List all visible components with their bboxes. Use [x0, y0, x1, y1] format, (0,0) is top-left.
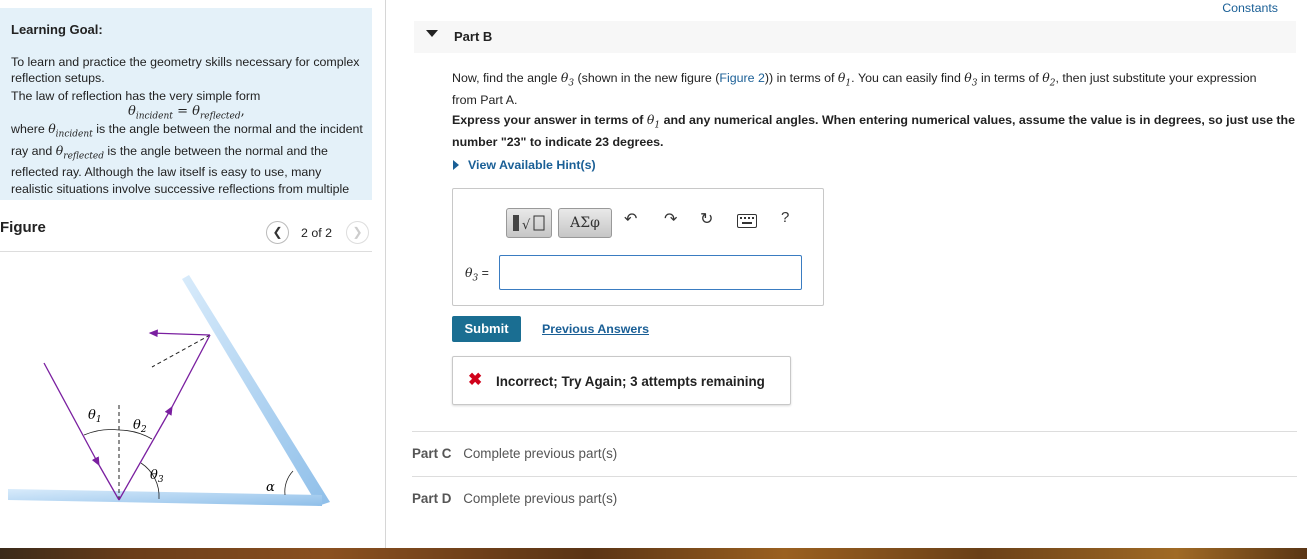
left-panel: Learning Goal: To learn and practice the… — [0, 0, 386, 548]
answer-label: θ3 = — [465, 265, 489, 284]
mirror-tilted — [182, 275, 330, 506]
caret-right-icon — [453, 160, 459, 170]
part-c-row: Part C Complete previous part(s) — [412, 446, 617, 461]
x-icon: ✖ — [468, 370, 483, 389]
svg-text:√: √ — [522, 218, 531, 233]
redo-icon[interactable]: ↷ — [664, 209, 677, 229]
constants-link[interactable]: Constants — [1222, 1, 1278, 15]
reset-icon[interactable]: ↻ — [700, 209, 713, 229]
answer-input[interactable] — [499, 255, 802, 290]
greek-symbols-button[interactable]: ΑΣφ — [558, 208, 612, 238]
part-d-label: Part D — [412, 491, 452, 506]
part-b-instruction: Express your answer in terms of θ1 and a… — [452, 112, 1296, 149]
figure-counter: 2 of 2 — [301, 226, 333, 240]
learning-goal-intro: To learn and practice the geometry skill… — [11, 55, 360, 86]
answer-box: √ ΑΣφ ↶ ↷ ↻ ? θ3 = — [452, 188, 824, 306]
submit-button[interactable]: Submit — [452, 316, 521, 342]
divider — [412, 431, 1297, 432]
theta1-label: θ1 — [88, 408, 102, 425]
templates-icon: √ — [513, 215, 545, 233]
keyboard-glyph — [737, 214, 757, 228]
theta3-label: θ3 — [150, 468, 164, 485]
previous-answers-link[interactable]: Previous Answers — [542, 322, 649, 336]
figure-title: Figure — [0, 219, 46, 236]
caret-down-icon — [426, 30, 438, 37]
keyboard-icon[interactable] — [737, 214, 757, 233]
reflected-ray — [118, 405, 173, 501]
reflection-figure: θ1 θ2 θ3 α — [8, 275, 330, 506]
part-d-row: Part D Complete previous part(s) — [412, 491, 617, 506]
outgoing-ray — [148, 329, 211, 338]
part-c-label: Part C — [412, 446, 452, 461]
learning-goal-box: Learning Goal: To learn and practice the… — [0, 8, 372, 200]
desktop-background-strip — [0, 548, 1307, 559]
divider — [0, 251, 372, 252]
undo-icon[interactable]: ↶ — [624, 209, 637, 229]
law-text: The law of reflection has the very simpl… — [11, 89, 261, 103]
figure-2-link[interactable]: Figure 2 — [719, 71, 764, 85]
help-button[interactable]: ? — [781, 209, 789, 226]
part-b-title: Part B — [454, 29, 493, 44]
part-c-status: Complete previous part(s) — [463, 446, 618, 461]
part-b-question: Now, find the angle θ3 (shown in the new… — [452, 70, 1257, 107]
feedback-box: ✖ Incorrect; Try Again; 3 attempts remai… — [452, 356, 791, 405]
template-toolbar-button[interactable]: √ — [506, 208, 552, 238]
learning-goal-title: Learning Goal: — [11, 22, 103, 37]
chevron-left-icon[interactable]: ❮ — [266, 221, 289, 244]
part-d-status: Complete previous part(s) — [463, 491, 618, 506]
angle-arc-1 — [83, 429, 120, 436]
chevron-right-icon[interactable]: ❯ — [346, 221, 369, 244]
alpha-label: α — [266, 480, 275, 495]
mirror-bottom — [8, 489, 322, 506]
law-description: where θincident is the angle between the… — [11, 121, 363, 200]
theta2-label: θ2 — [133, 418, 147, 435]
angle-arc-alpha — [284, 470, 294, 496]
feedback-message: Incorrect; Try Again; 3 attempts remaini… — [496, 374, 765, 389]
part-b-header[interactable]: Part B — [414, 21, 1296, 53]
law-equation: θincident = θreflected, — [128, 104, 245, 122]
divider — [412, 476, 1297, 477]
view-hints-toggle[interactable]: View Available Hint(s) — [453, 158, 596, 172]
